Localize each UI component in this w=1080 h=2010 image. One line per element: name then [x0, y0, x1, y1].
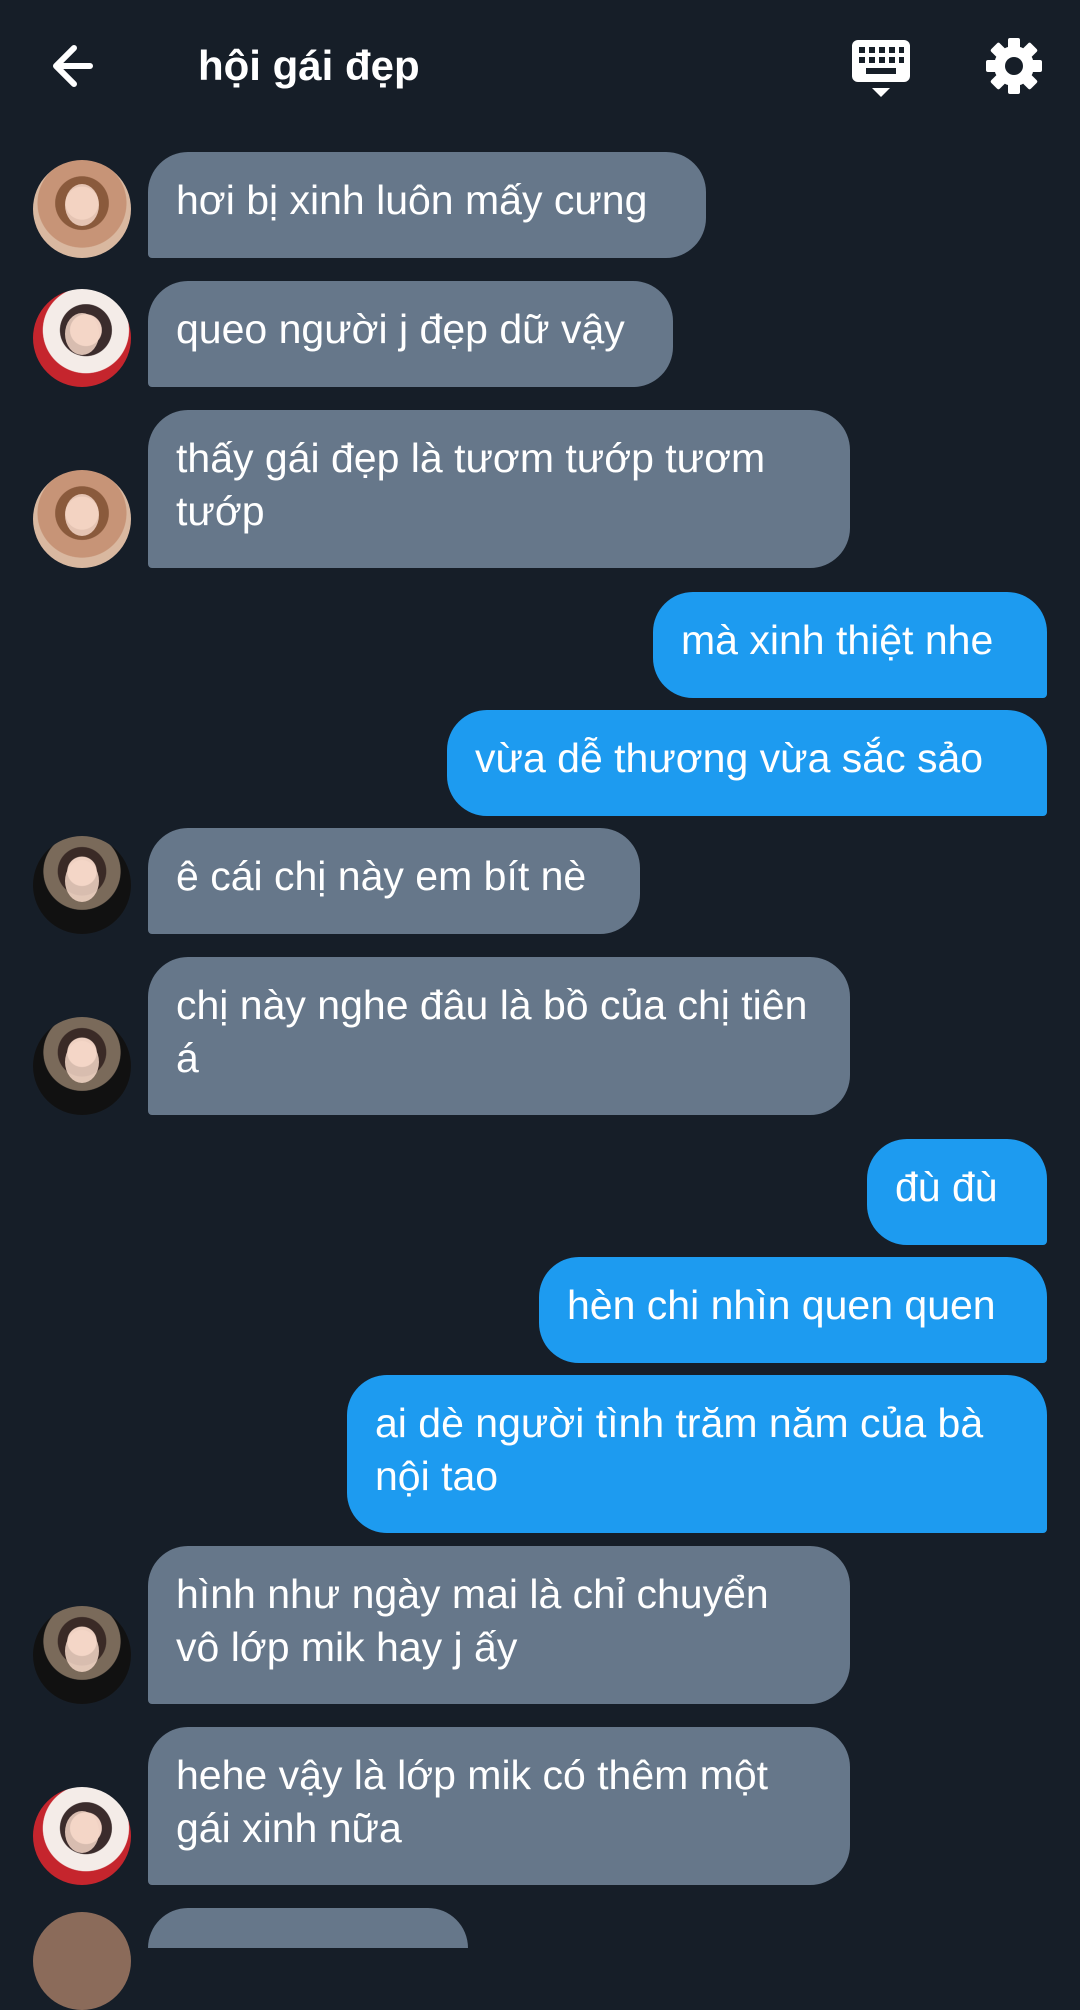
message-bubble-outgoing[interactable]: ai dè người tình trăm năm của bà nội tao [347, 1375, 1047, 1533]
keyboard-button[interactable] [848, 34, 916, 102]
chat-title: hội gái đẹp [198, 42, 420, 89]
message-bubble-incoming[interactable]: hơi bị xinh luôn mấy cưng [148, 152, 706, 258]
avatar[interactable] [33, 1787, 131, 1885]
message-bubble-incoming[interactable]: queo người j đẹp dữ vậy [148, 281, 673, 387]
message-bubble-outgoing[interactable]: hèn chi nhìn quen quen [539, 1257, 1047, 1363]
avatar[interactable] [33, 160, 131, 258]
avatar[interactable] [33, 289, 131, 387]
avatar[interactable] [33, 470, 131, 568]
message-bubble-incoming[interactable]: hình như ngày mai là chỉ chuyển vô lớp m… [148, 1546, 850, 1704]
gear-icon [986, 38, 1042, 94]
message-bubble-incoming[interactable] [148, 1908, 468, 1948]
avatar[interactable] [33, 836, 131, 934]
avatar[interactable] [33, 1606, 131, 1704]
message-bubble-outgoing[interactable]: mà xinh thiệt nhe [653, 592, 1047, 698]
arrow-left-icon [53, 45, 93, 87]
chat-header: hội gái đẹp [0, 0, 1080, 135]
message-bubble-outgoing[interactable]: đù đù [867, 1139, 1047, 1245]
back-button[interactable] [40, 30, 112, 102]
avatar[interactable] [33, 1912, 131, 2010]
message-bubble-incoming[interactable]: chị này nghe đâu là bồ của chị tiên á [148, 957, 850, 1115]
message-bubble-incoming[interactable]: thấy gái đẹp là tươm tướp tươm tướp [148, 410, 850, 568]
message-bubble-outgoing[interactable]: vừa dễ thương vừa sắc sảo [447, 710, 1047, 816]
keyboard-icon [852, 40, 910, 97]
settings-button[interactable] [982, 34, 1046, 98]
message-bubble-incoming[interactable]: ê cái chị này em bít nè [148, 828, 640, 934]
avatar[interactable] [33, 1017, 131, 1115]
message-bubble-incoming[interactable]: hehe vậy là lớp mik có thêm một gái xinh… [148, 1727, 850, 1885]
